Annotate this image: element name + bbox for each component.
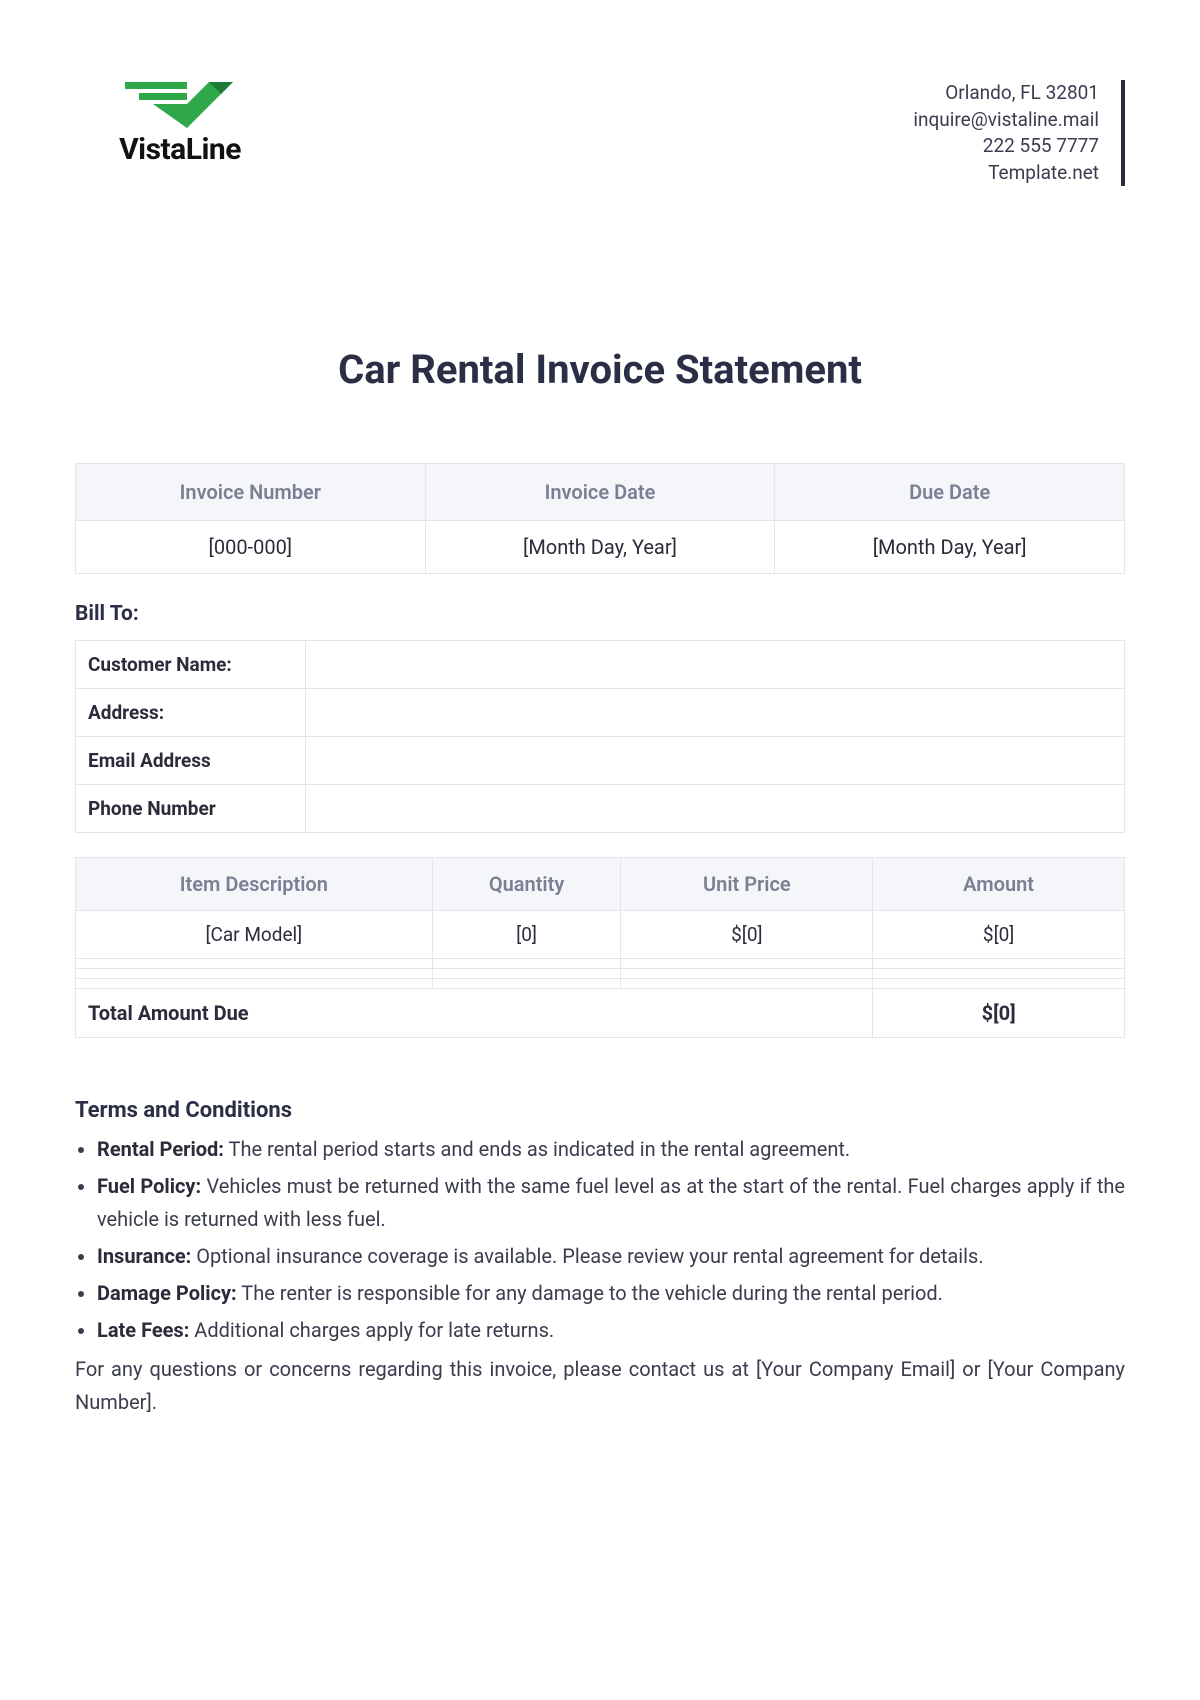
item-desc: [Car Model] — [76, 911, 433, 959]
bill-to-table: Customer Name: Address: Email Address Ph… — [75, 640, 1125, 833]
page-title: Car Rental Invoice Statement — [75, 346, 1125, 393]
table-row: Email Address — [76, 737, 1125, 785]
bill-value — [306, 785, 1125, 833]
company-address: Orlando, FL 32801 — [913, 80, 1099, 107]
company-phone: 222 555 7777 — [913, 133, 1099, 160]
item-unit: $[0] — [621, 911, 873, 959]
meta-value-due-date: [Month Day, Year] — [775, 521, 1125, 574]
logo-block: VistaLine — [115, 80, 245, 167]
bill-value — [306, 689, 1125, 737]
bill-label: Address: — [76, 689, 306, 737]
bill-value — [306, 737, 1125, 785]
bill-value — [306, 641, 1125, 689]
list-item: Late Fees: Additional charges apply for … — [97, 1314, 1125, 1347]
item-amount: $[0] — [873, 911, 1125, 959]
list-item: Insurance: Optional insurance coverage i… — [97, 1240, 1125, 1273]
terms-heading: Terms and Conditions — [75, 1098, 1125, 1123]
meta-header-due-date: Due Date — [775, 464, 1125, 521]
items-header-amount: Amount — [873, 858, 1125, 911]
company-site: Template.net — [913, 160, 1099, 187]
meta-value-invoice-date: [Month Day, Year] — [425, 521, 775, 574]
items-header-qty: Quantity — [432, 858, 621, 911]
table-row — [76, 959, 1125, 969]
bill-label: Customer Name: — [76, 641, 306, 689]
bill-to-heading: Bill To: — [75, 602, 1125, 626]
table-row: Address: — [76, 689, 1125, 737]
vertical-divider — [1121, 80, 1125, 186]
table-row: Customer Name: — [76, 641, 1125, 689]
company-email: inquire@vistaline.mail — [913, 107, 1099, 134]
items-header-desc: Item Description — [76, 858, 433, 911]
total-label: Total Amount Due — [76, 989, 873, 1038]
invoice-page: VistaLine Orlando, FL 32801 inquire@vist… — [0, 0, 1200, 1419]
table-row: Phone Number — [76, 785, 1125, 833]
table-row — [76, 979, 1125, 989]
meta-header-invoice-no: Invoice Number — [76, 464, 426, 521]
company-name: VistaLine — [119, 132, 241, 167]
total-value: $[0] — [873, 989, 1125, 1038]
invoice-meta-table: Invoice Number Invoice Date Due Date [00… — [75, 463, 1125, 574]
meta-header-invoice-date: Invoice Date — [425, 464, 775, 521]
items-header-unit: Unit Price — [621, 858, 873, 911]
items-table: Item Description Quantity Unit Price Amo… — [75, 857, 1125, 1038]
total-row: Total Amount Due $[0] — [76, 989, 1125, 1038]
header: VistaLine Orlando, FL 32801 inquire@vist… — [75, 80, 1125, 186]
bill-label: Phone Number — [76, 785, 306, 833]
list-item: Fuel Policy: Vehicles must be returned w… — [97, 1170, 1125, 1236]
terms-list: Rental Period: The rental period starts … — [75, 1133, 1125, 1347]
list-item: Rental Period: The rental period starts … — [97, 1133, 1125, 1166]
bill-label: Email Address — [76, 737, 306, 785]
footer-note: For any questions or concerns regarding … — [75, 1353, 1125, 1419]
table-row: [Car Model] [0] $[0] $[0] — [76, 911, 1125, 959]
table-row — [76, 969, 1125, 979]
company-info: Orlando, FL 32801 inquire@vistaline.mail… — [913, 80, 1125, 186]
meta-value-invoice-no: [000-000] — [76, 521, 426, 574]
item-qty: [0] — [432, 911, 621, 959]
vistaline-logo-icon — [115, 80, 245, 130]
list-item: Damage Policy: The renter is responsible… — [97, 1277, 1125, 1310]
